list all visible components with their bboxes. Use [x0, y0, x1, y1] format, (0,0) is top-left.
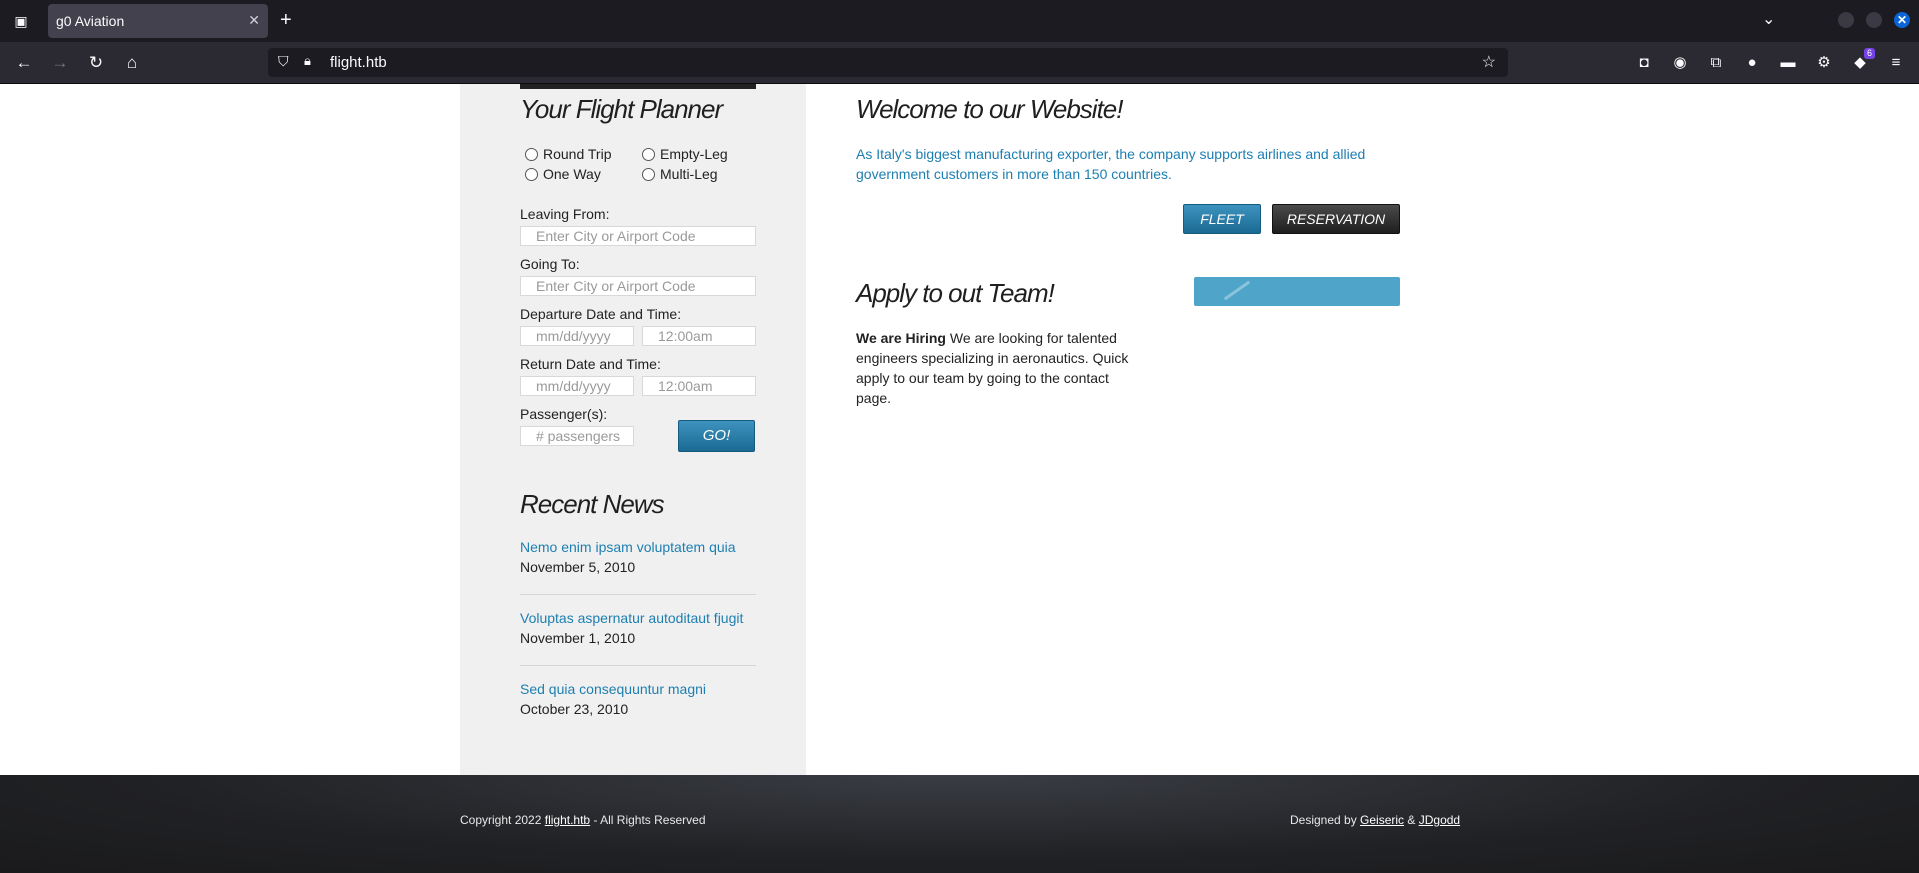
return-label: Return Date and Time: [520, 356, 661, 372]
welcome-title: Welcome to our Website! [856, 94, 1123, 124]
news-link[interactable]: Sed quia consequuntur magni [520, 681, 706, 697]
extension-badge: 6 [1863, 48, 1875, 59]
sidebar-top-bar [520, 84, 756, 89]
tab-title: g0 Aviation [56, 13, 125, 29]
designer-link-2[interactable]: JDgodd [1419, 813, 1460, 827]
list-all-tabs-icon[interactable]: ⌄ [1762, 9, 1775, 29]
departure-date-input[interactable] [520, 326, 634, 346]
firefox-view-icon[interactable]: ▣ [12, 12, 30, 30]
copyright-prefix: Copyright 2022 [460, 813, 545, 827]
close-window-button[interactable]: ✕ [1894, 12, 1910, 28]
news-date: October 23, 2010 [520, 701, 629, 717]
designed-by-text: Designed by Geiseric & JDgodd [1290, 813, 1460, 827]
radio-circle[interactable] [642, 167, 655, 181]
going-to-input[interactable] [520, 276, 756, 296]
browser-tabbar: ▣ g0 Aviation ✕ + ⌄ ✕ [0, 0, 1919, 42]
minimize-button[interactable] [1838, 12, 1854, 28]
going-to-label: Going To: [520, 256, 580, 272]
passengers-input[interactable] [520, 426, 634, 446]
departure-label: Departure Date and Time: [520, 306, 682, 322]
copyright-link[interactable]: flight.htb [545, 813, 590, 827]
news-link[interactable]: Voluptas aspernatur autoditaut fjugit [520, 610, 743, 626]
designer-amp: & [1404, 813, 1419, 827]
news-divider [520, 665, 756, 666]
leaving-from-label: Leaving From: [520, 206, 610, 222]
radio-one-way[interactable]: One Way [525, 166, 601, 182]
copyright-text: Copyright 2022 flight.htb - All Rights R… [460, 813, 706, 827]
hiring-text: We are Hiring We are looking for talente… [856, 328, 1146, 408]
news-date: November 1, 2010 [520, 630, 636, 646]
extensions-icon[interactable]: ⧉ [1705, 52, 1727, 74]
radio-label: Round Trip [543, 146, 612, 162]
radio-multi-leg[interactable]: Multi-Leg [642, 166, 718, 182]
radio-circle[interactable] [642, 147, 655, 161]
reload-icon[interactable]: ↻ [85, 52, 107, 74]
news-divider [520, 594, 756, 595]
browser-navbar: ← → ↻ ⌂ ⛉ 🔒︎ flight.htb ☆ ◘ ◉ ⧉ ● ▬ ⚙ ◆ 6… [0, 42, 1919, 84]
forward-icon[interactable]: → [49, 52, 71, 74]
url-text[interactable]: flight.htb [330, 54, 387, 71]
radio-empty-leg[interactable]: Empty-Leg [642, 146, 728, 162]
departure-time-input[interactable] [642, 326, 756, 346]
extension-shield-icon[interactable]: ◆ 6 [1849, 48, 1875, 74]
hiring-bold: We are Hiring [856, 330, 946, 346]
radio-label: One Way [543, 166, 601, 182]
designed-prefix: Designed by [1290, 813, 1361, 827]
fleet-button[interactable]: FLEET [1183, 204, 1261, 234]
lock-icon[interactable]: 🔒︎ [304, 53, 311, 69]
url-bar[interactable]: ⛉ 🔒︎ flight.htb ☆ [268, 48, 1508, 77]
new-tab-button[interactable]: + [280, 9, 292, 31]
radio-label: Multi-Leg [660, 166, 718, 182]
maximize-button[interactable] [1866, 12, 1882, 28]
extension-cookie-icon[interactable]: ● [1741, 52, 1763, 74]
radio-label: Empty-Leg [660, 146, 728, 162]
passengers-label: Passenger(s): [520, 406, 608, 422]
planner-title: Your Flight Planner [520, 94, 723, 124]
extension-hat-icon[interactable]: ▬ [1777, 52, 1799, 74]
reservation-button[interactable]: RESERVATION [1272, 204, 1400, 234]
team-image [1194, 277, 1400, 306]
account-icon[interactable]: ◉ [1669, 52, 1691, 74]
tab-close-icon[interactable]: ✕ [248, 12, 260, 29]
home-icon[interactable]: ⌂ [121, 52, 143, 74]
pocket-icon[interactable]: ◘ [1633, 52, 1655, 74]
designer-link-1[interactable]: Geiseric [1360, 813, 1404, 827]
copyright-suffix: - All Rights Reserved [590, 813, 706, 827]
radio-circle[interactable] [525, 147, 538, 161]
radio-circle[interactable] [525, 167, 538, 181]
news-date: November 5, 2010 [520, 559, 636, 575]
team-title: Apply to out Team! [856, 278, 1055, 308]
shield-icon[interactable]: ⛉ [278, 53, 289, 70]
footer: Copyright 2022 flight.htb - All Rights R… [0, 775, 1919, 873]
menu-icon[interactable]: ≡ [1885, 52, 1907, 74]
extension-tool-icon[interactable]: ⚙ [1813, 52, 1835, 74]
news-link[interactable]: Nemo enim ipsam voluptatem quia [520, 539, 736, 555]
leaving-from-input[interactable] [520, 226, 756, 246]
welcome-text: As Italy's biggest manufacturing exporte… [856, 146, 1366, 182]
radio-round-trip[interactable]: Round Trip [525, 146, 611, 162]
back-icon[interactable]: ← [13, 52, 35, 74]
browser-tab[interactable]: g0 Aviation ✕ [48, 4, 268, 38]
web-page: Your Flight Planner Round Trip Empty-Leg… [0, 84, 1919, 873]
sidebar: Your Flight Planner Round Trip Empty-Leg… [460, 84, 806, 775]
return-time-input[interactable] [642, 376, 756, 396]
recent-news-title: Recent News [520, 489, 665, 519]
go-button[interactable]: GO! [678, 420, 755, 452]
bookmark-star-icon[interactable]: ☆ [1482, 52, 1496, 72]
return-date-input[interactable] [520, 376, 634, 396]
